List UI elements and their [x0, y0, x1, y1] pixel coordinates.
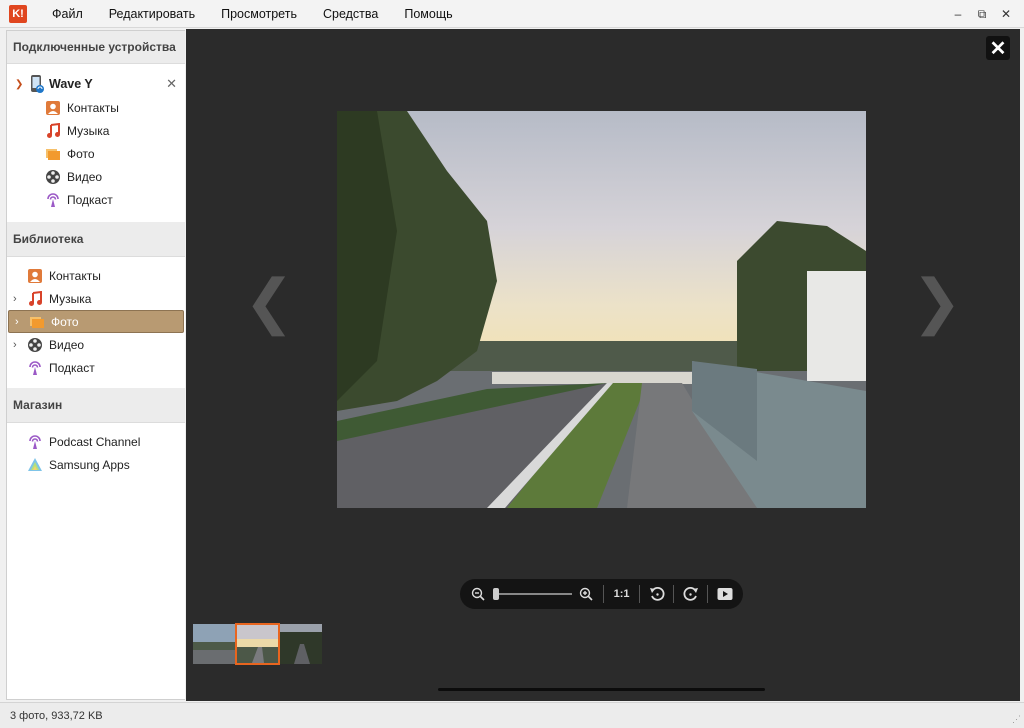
status-bar: 3 фото, 933,72 KB ⋰	[0, 702, 1024, 728]
toolbar-divider	[602, 585, 604, 603]
library-item-music[interactable]: › Музыка	[7, 287, 185, 310]
zoom-slider[interactable]	[492, 588, 572, 600]
zoom-in-icon[interactable]	[578, 585, 595, 603]
store-items: Podcast Channel Samsung Apps	[7, 423, 185, 476]
chevron-right-icon[interactable]: ›	[13, 339, 17, 351]
library-header: Библиотека	[7, 222, 185, 257]
music-icon	[44, 122, 61, 139]
device-item-label: Фото	[67, 146, 95, 161]
photo-icon	[44, 145, 61, 162]
device-item-contacts[interactable]: Контакты	[7, 96, 185, 119]
menu-help[interactable]: Помощь	[391, 7, 465, 21]
library-item-label: Подкаст	[49, 360, 95, 375]
sidebar: Подключенные устройства ❯ Wave Y ✕ Конта…	[6, 30, 185, 700]
rotate-right-icon[interactable]	[682, 585, 699, 603]
toolbar-divider	[639, 585, 641, 603]
restore-button[interactable]: ⧉	[972, 6, 992, 22]
menu-file[interactable]: Файл	[39, 7, 96, 21]
disconnect-device-icon[interactable]: ✕	[166, 76, 177, 92]
device-item-photo[interactable]: Фото	[7, 142, 185, 165]
viewer-toolbar: 1:1	[460, 579, 743, 609]
device-item-label: Контакты	[67, 100, 119, 115]
thumbnail-2[interactable]	[235, 623, 280, 665]
close-viewer-button[interactable]: ✕	[986, 36, 1010, 60]
library-item-label: Фото	[51, 314, 79, 329]
contacts-icon	[26, 267, 43, 284]
menu-view[interactable]: Просмотреть	[208, 7, 310, 21]
store-item-label: Podcast Channel	[49, 434, 141, 449]
device-wave-y[interactable]: ❯ Wave Y ✕	[7, 72, 185, 96]
thumbnail-1[interactable]	[193, 624, 235, 664]
toolbar-divider	[673, 585, 675, 603]
library-item-photo[interactable]: › Фото	[8, 310, 184, 333]
thumbnail-scrollbar[interactable]	[438, 688, 765, 691]
chevron-right-icon[interactable]: ›	[13, 293, 17, 305]
app-logo: K!	[9, 4, 27, 23]
library-item-contacts[interactable]: Контакты	[7, 264, 185, 287]
phone-icon	[31, 75, 44, 93]
device-item-label: Видео	[67, 169, 103, 184]
music-icon	[26, 290, 43, 307]
podcast-icon	[26, 359, 43, 376]
toolbar-divider	[707, 585, 709, 603]
contacts-icon	[44, 99, 61, 116]
menu-edit[interactable]: Редактировать	[96, 7, 208, 21]
status-text: 3 фото, 933,72 KB	[10, 709, 103, 722]
store-item-samsung-apps[interactable]: Samsung Apps	[7, 453, 185, 476]
zoom-out-icon[interactable]	[470, 585, 487, 603]
library-items: Контакты › Музыка › Фото › Видео Подкаст	[7, 257, 185, 388]
video-icon	[44, 168, 61, 185]
chevron-right-icon[interactable]: ›	[15, 316, 19, 328]
menu-tools[interactable]: Средства	[310, 7, 391, 21]
rotate-left-icon[interactable]	[648, 585, 665, 603]
thumbnail-strip	[193, 623, 322, 665]
window-controls: – ⧉ ✕	[948, 6, 1016, 22]
store-header: Магазин	[7, 388, 185, 423]
previous-photo-button[interactable]: ❮	[244, 267, 294, 337]
connected-devices-header: Подключенные устройства	[7, 31, 185, 64]
library-item-label: Контакты	[49, 268, 101, 283]
thumbnail-3[interactable]	[280, 624, 322, 664]
samsung-apps-icon	[26, 456, 43, 473]
actual-size-button[interactable]: 1:1	[614, 588, 630, 600]
library-item-label: Видео	[49, 337, 85, 352]
main-photo	[337, 111, 866, 508]
device-item-label: Музыка	[67, 123, 110, 138]
resize-grip-icon[interactable]: ⋰	[1012, 714, 1021, 725]
zoom-slider-knob[interactable]	[492, 588, 499, 600]
photo-icon	[28, 313, 45, 330]
landscape-photo-image	[337, 111, 866, 508]
store-item-podcast-channel[interactable]: Podcast Channel	[7, 430, 185, 453]
minimize-button[interactable]: –	[948, 6, 968, 22]
device-item-video[interactable]: Видео	[7, 165, 185, 188]
next-photo-button[interactable]: ❯	[912, 267, 962, 337]
device-item-label: Подкаст	[67, 192, 113, 207]
library-item-video[interactable]: › Видео	[7, 333, 185, 356]
library-item-podcast[interactable]: Подкаст	[7, 356, 185, 379]
store-item-label: Samsung Apps	[49, 457, 130, 472]
chevron-down-icon[interactable]: ❯	[15, 79, 27, 90]
device-item-podcast[interactable]: Подкаст	[7, 188, 185, 211]
menu-bar: K! Файл Редактировать Просмотреть Средст…	[0, 0, 1024, 28]
slideshow-icon[interactable]	[716, 585, 733, 603]
device-items: Контакты Музыка Фото Видео Подкаст	[7, 96, 185, 222]
photo-viewer: ✕ ❮ ❯ 1:1	[186, 29, 1020, 701]
library-item-label: Музыка	[49, 291, 92, 306]
device-name: Wave Y	[49, 77, 93, 91]
device-item-music[interactable]: Музыка	[7, 119, 185, 142]
podcast-icon	[44, 191, 61, 208]
video-icon	[26, 336, 43, 353]
close-window-button[interactable]: ✕	[996, 6, 1016, 22]
podcast-icon	[26, 433, 43, 450]
